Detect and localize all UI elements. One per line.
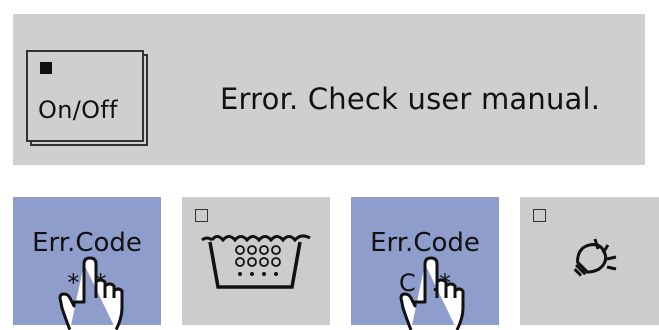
on-off-button[interactable]: On/Off: [26, 50, 144, 142]
err-code-label: Err.Code: [32, 228, 142, 258]
error-message: Error. Check user manual.: [220, 82, 601, 116]
on-off-label: On/Off: [38, 96, 118, 124]
hand-pointer-icon: [58, 256, 124, 330]
lightbulb-icon: [573, 238, 617, 277]
hand-pointer-icon: [399, 256, 465, 330]
water-basin-icon: [201, 234, 311, 289]
light-button[interactable]: [520, 197, 659, 325]
empty-square-icon: [195, 209, 208, 222]
err-code-label: Err.Code: [370, 228, 480, 258]
filled-square-icon: [40, 62, 52, 74]
empty-square-icon: [533, 209, 546, 222]
basin-button[interactable]: [182, 197, 330, 325]
